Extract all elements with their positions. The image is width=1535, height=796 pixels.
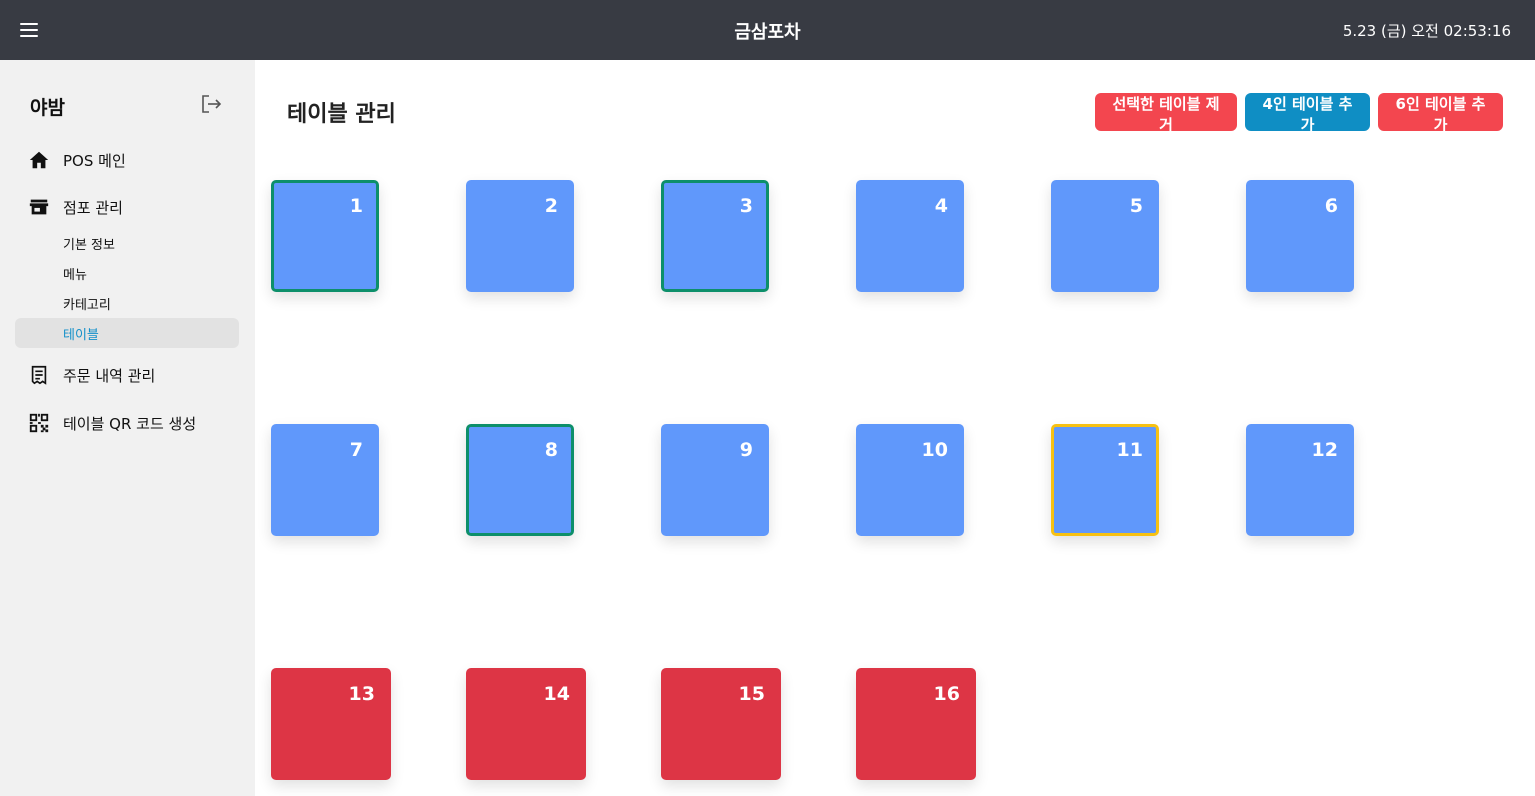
table-tile[interactable]: 1 <box>271 180 379 292</box>
nav-pos-main[interactable]: POS 메인 <box>28 148 126 172</box>
remove-selected-table-button[interactable]: 선택한 테이블 제거 <box>1095 93 1237 134</box>
table-tile[interactable]: 8 <box>466 424 574 536</box>
top-bar: 금삼포차 5.23 (금) 오전 02:53:16 <box>0 0 1535 60</box>
sub-item-category[interactable]: 카테고리 <box>15 288 239 318</box>
add-6-person-table-button[interactable]: 6인 테이블 추가 <box>1378 93 1503 134</box>
table-tile[interactable]: 10 <box>856 424 964 536</box>
sub-item-category-label: 카테고리 <box>63 297 111 313</box>
sub-item-basic-info[interactable]: 기본 정보 <box>15 228 239 258</box>
table-tile[interactable]: 9 <box>661 424 769 536</box>
table-number: 3 <box>739 195 753 217</box>
table-number: 4 <box>934 195 948 217</box>
logout-icon[interactable] <box>200 94 222 114</box>
table-number: 8 <box>544 439 558 461</box>
nav-order-history[interactable]: 주문 내역 관리 <box>28 363 155 387</box>
add-4-person-table-button[interactable]: 4인 테이블 추가 <box>1245 93 1370 134</box>
nav-qr-generate[interactable]: 테이블 QR 코드 생성 <box>28 411 196 435</box>
table-number: 2 <box>544 195 558 217</box>
table-tile[interactable]: 15 <box>661 668 781 780</box>
table-number: 6 <box>1324 195 1338 217</box>
receipt-icon <box>31 365 47 385</box>
nav-order-history-label: 주문 내역 관리 <box>63 366 156 385</box>
table-number: 16 <box>933 683 960 705</box>
table-tile[interactable]: 5 <box>1051 180 1159 292</box>
table-tile[interactable]: 12 <box>1246 424 1354 536</box>
nav-store-manage-label: 점포 관리 <box>63 198 123 217</box>
table-tile[interactable]: 13 <box>271 668 391 780</box>
table-number: 9 <box>739 439 753 461</box>
table-number: 7 <box>349 439 363 461</box>
qr-code-icon <box>29 413 49 433</box>
table-number: 11 <box>1116 439 1143 461</box>
nav-store-manage[interactable]: 점포 관리 <box>28 195 123 219</box>
table-number: 10 <box>921 439 948 461</box>
table-tile[interactable]: 16 <box>856 668 976 780</box>
nav-pos-main-label: POS 메인 <box>63 151 126 170</box>
sub-item-basic-info-label: 기본 정보 <box>63 237 115 253</box>
table-tile[interactable]: 14 <box>466 668 586 780</box>
store-name: 야밤 <box>30 97 65 119</box>
table-number: 15 <box>738 683 765 705</box>
page-title: 테이블 관리 <box>287 102 396 127</box>
sub-item-table-label: 테이블 <box>63 327 99 343</box>
app-title: 금삼포차 <box>734 22 801 43</box>
table-tile[interactable]: 6 <box>1246 180 1354 292</box>
table-tile[interactable]: 7 <box>271 424 379 536</box>
store-icon <box>29 199 49 215</box>
sidebar: 야밤 POS 메인 점포 관리 기본 정보 메뉴 카테고리 테이블 주문 내역 … <box>0 60 255 796</box>
table-number: 1 <box>349 195 363 217</box>
sub-item-table[interactable]: 테이블 <box>15 318 239 348</box>
table-number: 12 <box>1311 439 1338 461</box>
table-number: 13 <box>348 683 375 705</box>
table-tile[interactable]: 11 <box>1051 424 1159 536</box>
sub-item-menu-label: 메뉴 <box>63 267 87 283</box>
home-icon <box>29 151 49 169</box>
datetime-display: 5.23 (금) 오전 02:53:16 <box>1342 22 1511 40</box>
table-tile[interactable]: 2 <box>466 180 574 292</box>
sub-item-menu[interactable]: 메뉴 <box>15 258 239 288</box>
table-number: 5 <box>1129 195 1143 217</box>
table-tile[interactable]: 3 <box>661 180 769 292</box>
nav-qr-generate-label: 테이블 QR 코드 생성 <box>63 414 197 433</box>
table-number: 14 <box>543 683 570 705</box>
table-tile[interactable]: 4 <box>856 180 964 292</box>
